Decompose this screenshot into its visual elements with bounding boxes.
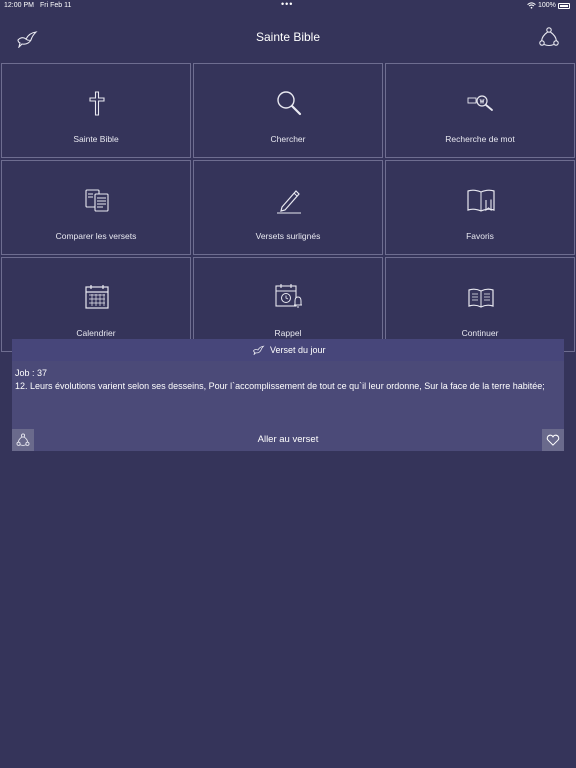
favorite-verse-button[interactable] — [542, 429, 564, 451]
verse-text: 12. Leurs évolutions varient selon ses d… — [15, 381, 545, 391]
tile-chercher[interactable]: Chercher — [193, 63, 383, 158]
tile-label: Comparer les versets — [55, 231, 137, 241]
wifi-icon — [527, 2, 536, 9]
tile-label: Recherche de mot — [445, 134, 515, 144]
tile-comparer-les-versets[interactable]: Comparer les versets — [1, 160, 191, 255]
pencil-icon — [277, 190, 301, 214]
verse-of-the-day-header: Verset du jour — [12, 339, 564, 361]
go-to-verse-button[interactable]: Aller au verset — [12, 434, 564, 445]
status-bar: 12:00 PM Fri Feb 11 ••• 100% — [0, 0, 576, 12]
tile-label: Versets surlignés — [255, 231, 321, 241]
tile-recherche-de-mot[interactable]: Recherche de mot — [385, 63, 575, 158]
battery-percentage: 100% — [538, 2, 556, 9]
nav-bar: Sainte Bible — [0, 12, 576, 62]
open-book-icon — [468, 288, 494, 308]
multitask-dots-icon[interactable]: ••• — [281, 0, 293, 9]
tile-label: Chercher — [270, 134, 306, 144]
verse-of-the-day-card: Verset du jour Job : 37 12. Leurs évolut… — [12, 339, 564, 451]
bookmark-book-icon — [467, 189, 495, 212]
tile-calendrier[interactable]: Calendrier — [1, 257, 191, 352]
calendar-icon — [85, 285, 109, 309]
magnifier-icon — [277, 91, 302, 116]
dove-icon — [253, 345, 265, 355]
tile-versets-surlignes[interactable]: Versets surlignés — [193, 160, 383, 255]
tile-label: Continuer — [461, 328, 499, 338]
tile-continuer[interactable]: Continuer — [385, 257, 575, 352]
page-title: Sainte Bible — [255, 30, 321, 44]
heart-icon — [546, 434, 560, 446]
tile-label: Favoris — [466, 231, 494, 241]
tile-label: Calendrier — [76, 328, 116, 338]
tile-rappel[interactable]: Rappel — [193, 257, 383, 352]
status-time: 12:00 PM — [4, 2, 34, 9]
verse-reference: Job : 37 — [15, 368, 48, 378]
status-date: Fri Feb 11 — [40, 2, 72, 9]
tile-label: Sainte Bible — [73, 134, 119, 144]
tile-label: Rappel — [274, 328, 302, 338]
battery-icon — [558, 3, 570, 9]
verse-of-the-day-title: Verset du jour — [270, 345, 326, 355]
word-search-icon — [467, 95, 493, 111]
reminder-icon — [275, 284, 302, 308]
share-icon[interactable] — [538, 26, 560, 48]
cross-icon — [89, 91, 105, 116]
tile-sainte-bible[interactable]: Sainte Bible — [1, 63, 191, 158]
tile-favoris[interactable]: Favoris — [385, 160, 575, 255]
compare-icon — [85, 189, 109, 212]
